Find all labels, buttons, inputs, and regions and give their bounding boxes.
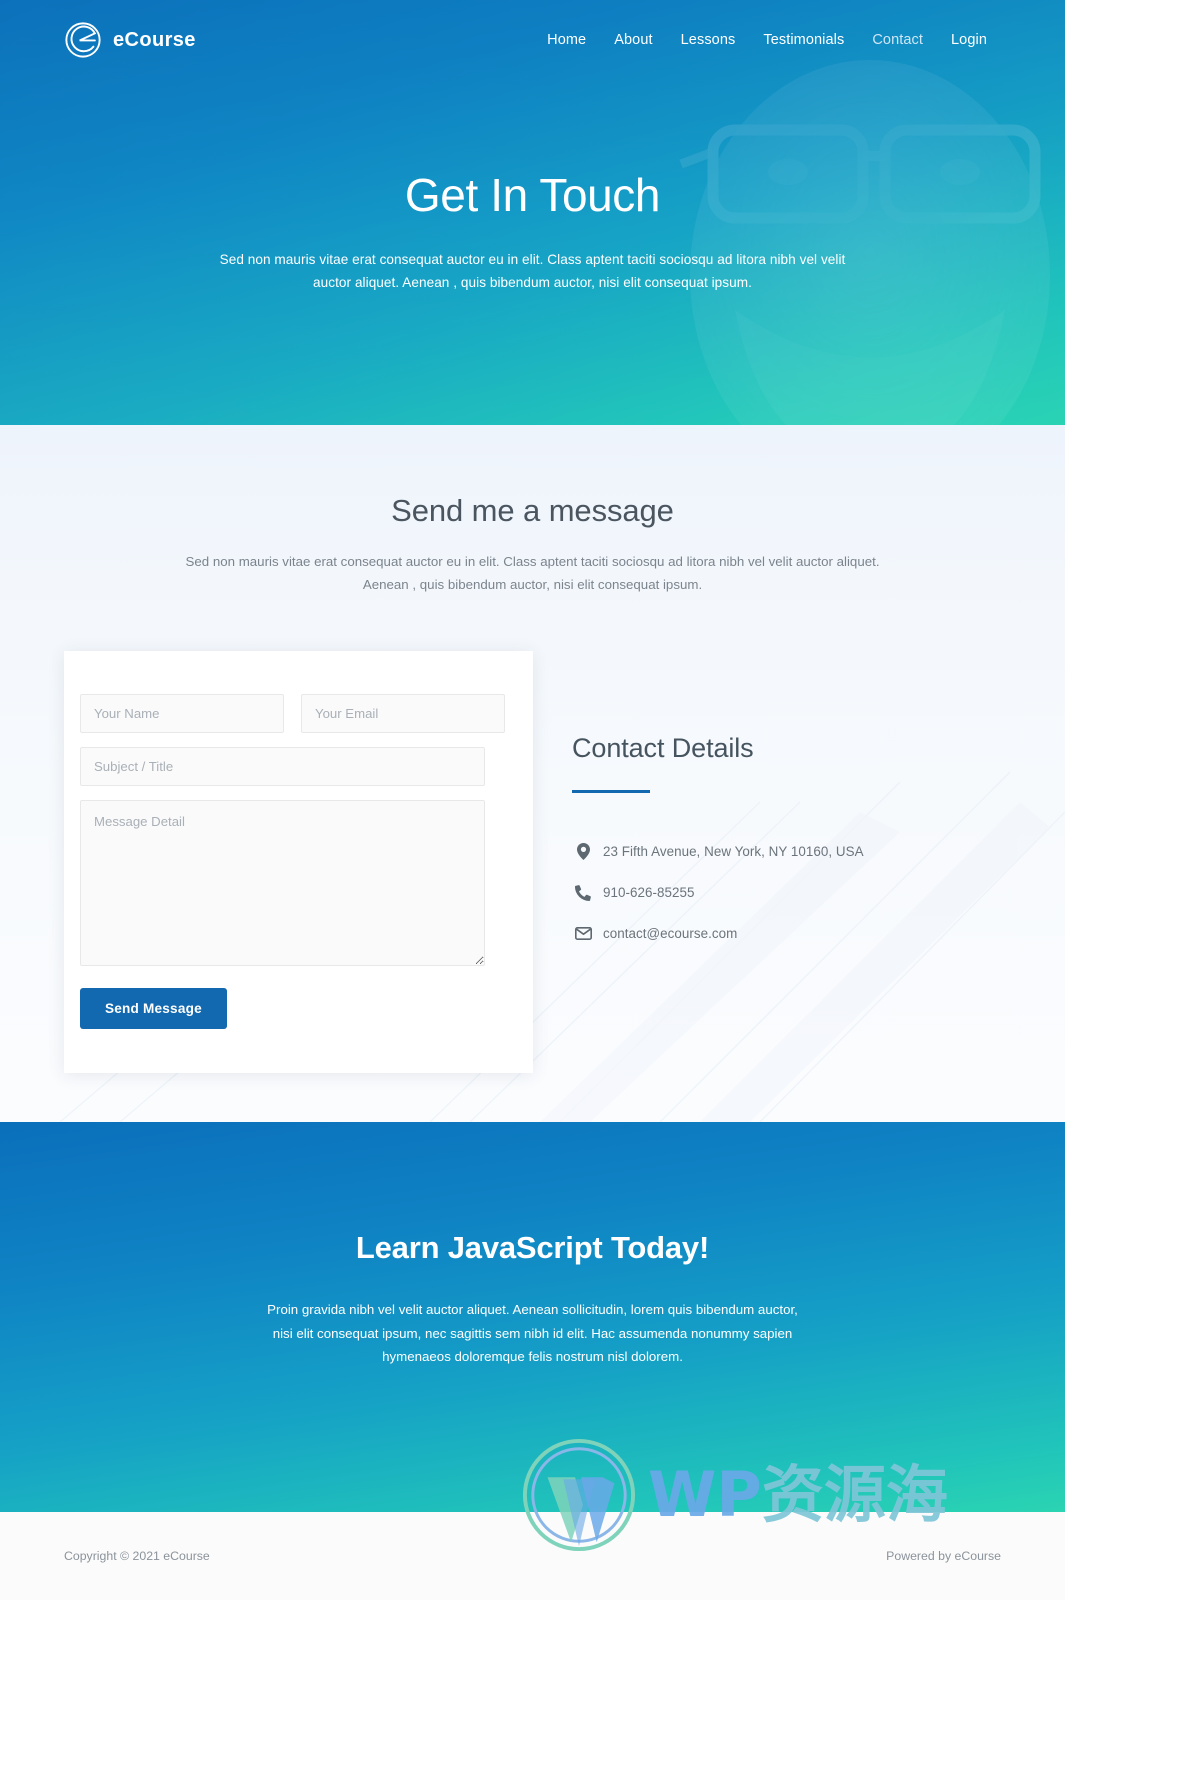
contact-form: Send Message <box>80 693 505 1029</box>
send-message-section: Send me a message Sed non mauris vitae e… <box>0 425 1065 1122</box>
cta-title: Learn JavaScript Today! <box>355 1230 710 1265</box>
detail-text-address: 23 Fifth Avenue, New York, NY 10160, USA <box>603 843 864 859</box>
nav-item-home[interactable]: Home <box>547 32 586 48</box>
site-header: eCourse Home About Lessons Testimonials … <box>0 0 1065 80</box>
nav-item-testimonials[interactable]: Testimonials <box>763 32 844 48</box>
contact-details-list: 23 Fifth Avenue, New York, NY 10160, USA… <box>572 842 864 941</box>
nav-item-about[interactable]: About <box>614 32 652 48</box>
site-footer: Copyright © 2021 eCourse Powered by eCou… <box>0 1512 1065 1600</box>
ecourse-e-logo-icon <box>65 22 101 58</box>
hero-section: eCourse Home About Lessons Testimonials … <box>0 0 1065 425</box>
brand-logo-link[interactable]: eCourse <box>64 21 196 59</box>
detail-item-email: contact@ecourse.com <box>572 926 864 941</box>
nav-item-lessons[interactable]: Lessons <box>681 32 736 48</box>
hero-title: Get In Touch <box>404 169 661 221</box>
hero-subtitle: Sed non mauris vitae erat consequat auct… <box>219 251 846 290</box>
contact-row: Send Message Contact Details <box>0 650 1065 1073</box>
send-message-button[interactable]: Send Message <box>80 987 227 1029</box>
section-title: Send me a message <box>391 493 674 528</box>
nav-item-contact[interactable]: Contact <box>872 32 923 48</box>
title-underline-divider <box>572 789 650 793</box>
footer-copyright: Copyright © 2021 eCourse <box>64 1549 210 1563</box>
contact-form-card: Send Message <box>64 650 533 1073</box>
subject-input[interactable] <box>80 746 485 786</box>
name-email-row <box>80 693 505 733</box>
contact-details-block: Contact Details 23 Fifth Avenue, New Yor… <box>572 651 864 966</box>
cta-section: Learn JavaScript Today! Proin gravida ni… <box>0 1122 1065 1512</box>
hero-content: Get In Touch Sed non mauris vitae erat c… <box>0 169 1065 294</box>
phone-icon <box>572 884 594 901</box>
section-subtitle: Sed non mauris vitae erat consequat auct… <box>185 554 880 593</box>
detail-item-phone: 910-626-85255 <box>572 884 864 901</box>
envelope-icon <box>572 926 594 940</box>
cta-text: Proin gravida nibh vel velit auctor aliq… <box>267 1302 798 1365</box>
detail-text-phone: 910-626-85255 <box>603 885 695 901</box>
message-textarea[interactable] <box>80 799 485 966</box>
email-input[interactable] <box>301 693 505 733</box>
map-pin-icon <box>572 842 594 860</box>
page-root: eCourse Home About Lessons Testimonials … <box>0 0 1200 1767</box>
nav-item-login[interactable]: Login <box>951 32 987 48</box>
footer-powered-by: Powered by eCourse <box>886 1549 1001 1563</box>
main-nav: Home About Lessons Testimonials Contact … <box>547 32 987 48</box>
name-input[interactable] <box>80 693 284 733</box>
site-container: eCourse Home About Lessons Testimonials … <box>0 0 1065 1767</box>
contact-details-title: Contact Details <box>572 732 754 763</box>
detail-item-address: 23 Fifth Avenue, New York, NY 10160, USA <box>572 842 864 860</box>
detail-text-email: contact@ecourse.com <box>603 925 738 941</box>
brand-name: eCourse <box>113 28 196 51</box>
section-header: Send me a message Sed non mauris vitae e… <box>0 425 1065 597</box>
